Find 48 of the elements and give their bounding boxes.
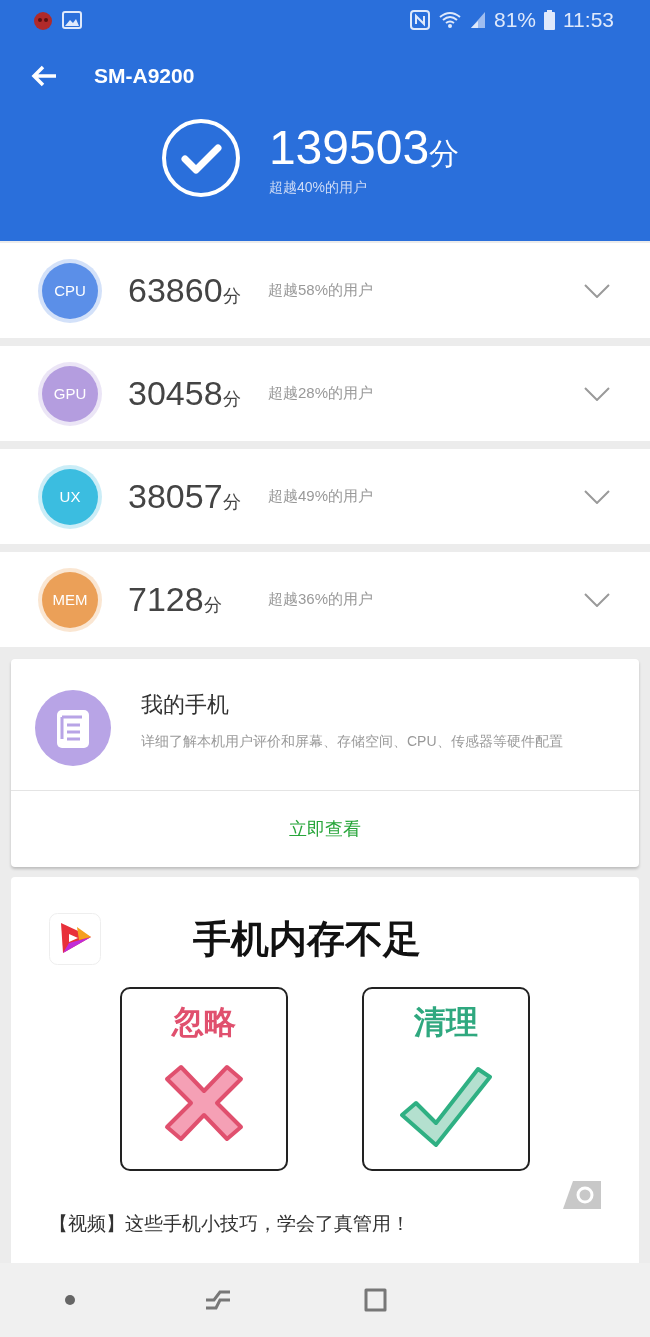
category-score: 63860 [128,271,223,310]
image-icon [62,11,82,29]
score-unit: 分 [222,389,241,411]
chevron-down-icon[interactable] [584,386,610,401]
option-label: 忽略 [172,1003,236,1042]
score-row[interactable]: CPU 63860分 超越58%的用户 [0,243,650,338]
card-title: 我的手机 [141,691,230,719]
device-title: SM-A9200 [94,64,195,88]
wifi-icon [437,11,462,29]
score-row[interactable]: UX 38057分 超越49%的用户 [0,449,650,544]
category-score: 7128 [128,580,204,619]
dot-icon [64,1295,75,1305]
battery-percentage: 81% [493,8,536,32]
category-badge: MEM [42,571,98,628]
ad-caption: 【视频】这些手机小技巧，学会了真管用！ [49,1212,411,1236]
category-score: 38057 [128,477,223,516]
category-badge: GPU [42,365,98,422]
category-rank: 超越58%的用户 [268,281,375,300]
category-rank: 超越49%的用户 [268,487,375,506]
card-description: 详细了解本机用户评价和屏幕、存储空间、CPU、传感器等硬件配置 [141,732,563,751]
score-row[interactable]: MEM 7128分 超越36%的用户 [0,552,650,647]
category-badge: CPU [42,262,98,319]
app-notification-icon [32,9,54,31]
option-label: 清理 [414,1003,478,1042]
check-circle-icon [160,118,241,198]
category-badge: UX [42,468,98,525]
category-rank: 超越36%的用户 [268,590,375,609]
total-rank: 超越40%的用户 [268,178,368,197]
score-unit: 分 [203,595,222,617]
category-rank: 超越28%的用户 [268,384,375,403]
ad-headline: 手机内存不足 [193,916,421,962]
video-app-logo-icon [49,913,101,965]
battery-icon [544,10,555,30]
score-row[interactable]: GPU 30458分 超越28%的用户 [0,346,650,441]
total-score: 139503 [268,119,430,175]
category-score: 30458 [128,374,223,413]
nfc-icon [409,10,430,30]
score-unit: 分 [429,136,460,172]
score-unit: 分 [222,492,241,514]
chevron-down-icon[interactable] [584,283,610,298]
ad-choice-icon[interactable] [563,1181,601,1209]
document-icon [35,690,111,766]
score-unit: 分 [222,286,241,308]
signal-icon [469,11,486,29]
back-arrow-icon[interactable] [30,64,58,88]
chevron-down-icon[interactable] [584,489,610,504]
clock: 11:53 [563,8,614,32]
chevron-down-icon[interactable] [584,592,610,607]
